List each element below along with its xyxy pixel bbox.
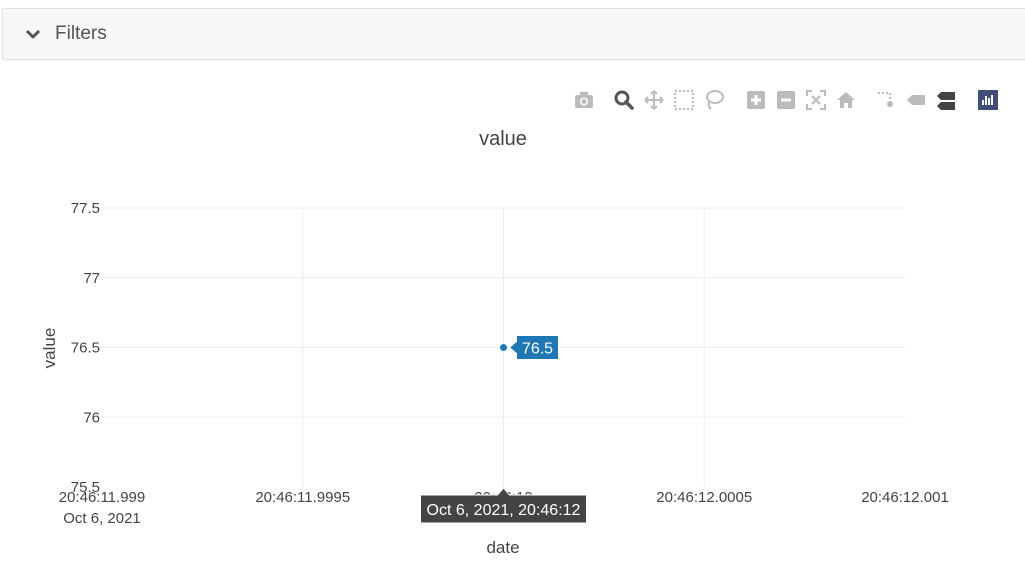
y-tick-label: 77.5 xyxy=(71,200,100,217)
y-axis-title: value xyxy=(40,328,59,369)
data-point[interactable] xyxy=(500,344,507,351)
x-tick-label: 20:46:12.001 xyxy=(861,489,949,506)
y-hover-text: 76.5 xyxy=(522,341,553,358)
x-axis-title: date xyxy=(486,538,519,557)
chart-svg: 75.57676.57777.520:46:11.999Oct 6, 20212… xyxy=(40,128,949,557)
x-hover-text: Oct 6, 2021, 20:46:12 xyxy=(427,502,581,519)
x-tick-label: 20:46:11.9995 xyxy=(255,489,350,506)
y-tick-label: 76 xyxy=(83,409,100,426)
y-tick-label: 76.5 xyxy=(71,340,100,357)
y-hover-label: 76.5 xyxy=(508,335,559,360)
y-tick-label: 77 xyxy=(83,270,100,287)
chart-title: value xyxy=(479,128,527,150)
x-tick-date-label: Oct 6, 2021 xyxy=(63,510,141,527)
x-hover-label: Oct 6, 2021, 20:46:12 xyxy=(420,487,587,524)
x-tick-label: 20:46:11.999 xyxy=(59,489,145,506)
x-tick-label: 20:46:12.0005 xyxy=(656,489,752,506)
